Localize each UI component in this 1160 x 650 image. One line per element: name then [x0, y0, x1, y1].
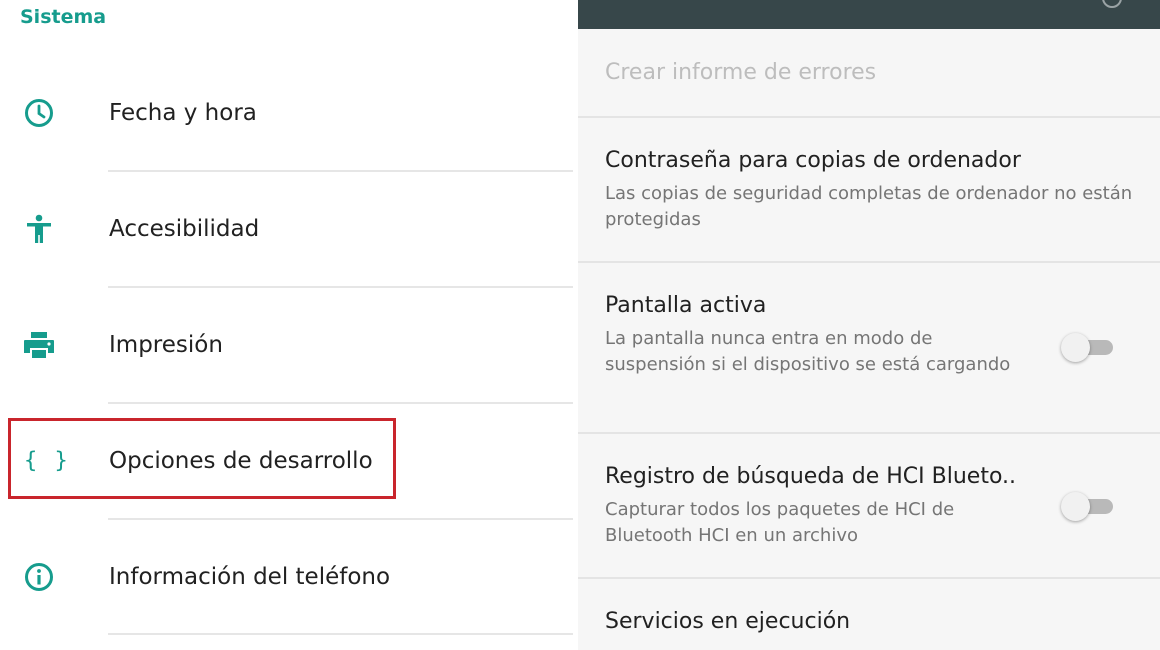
menu-item-label: Fecha y hora	[109, 100, 257, 126]
divider	[108, 633, 573, 635]
info-icon	[22, 560, 56, 594]
app-bar	[578, 0, 1160, 29]
menu-item-accessibility[interactable]: Accesibilidad	[0, 171, 578, 287]
stay-awake-switch[interactable]	[1061, 333, 1117, 362]
printer-icon	[22, 328, 56, 362]
pref-title: Servicios en ejecución	[605, 609, 851, 634]
pref-running-services[interactable]: Servicios en ejecución	[578, 579, 1160, 650]
pref-title: Pantalla activa	[605, 293, 767, 318]
menu-item-about-phone[interactable]: Información del teléfono	[0, 519, 578, 635]
pref-stay-awake[interactable]: Pantalla activa La pantalla nunca entra …	[578, 263, 1160, 432]
pref-title: Registro de búsqueda de HCI Blueto..	[605, 464, 1017, 489]
developer-options-panel: Crear informe de errores Contraseña para…	[578, 0, 1160, 650]
pref-desktop-backup-password[interactable]: Contraseña para copias de ordenador Las …	[578, 118, 1160, 261]
settings-system-panel: Sistema Fecha y hora Accesibilidad Impre…	[0, 0, 578, 650]
clock-icon	[22, 96, 56, 130]
overflow-icon[interactable]	[1102, 0, 1122, 8]
pref-summary: Las copias de seguridad completas de ord…	[605, 183, 1133, 230]
menu-item-label: Información del teléfono	[109, 564, 391, 590]
pref-bluetooth-hci-log[interactable]: Registro de búsqueda de HCI Blueto.. Cap…	[578, 434, 1160, 577]
switch-thumb	[1061, 492, 1090, 521]
menu-item-label: Impresión	[109, 332, 223, 358]
section-title: Sistema	[20, 6, 107, 28]
menu-item-label: Accesibilidad	[109, 216, 260, 242]
pref-title: Contraseña para copias de ordenador	[605, 148, 1021, 173]
menu-item-date-time[interactable]: Fecha y hora	[0, 55, 578, 171]
switch-thumb	[1061, 333, 1090, 362]
pref-title: Crear informe de errores	[605, 60, 877, 85]
menu-item-printing[interactable]: Impresión	[0, 287, 578, 403]
accessibility-icon	[22, 212, 56, 246]
pref-bug-report[interactable]: Crear informe de errores	[578, 30, 1160, 116]
pref-summary: Capturar todos los paquetes de HCI de Bl…	[605, 499, 955, 546]
hci-log-switch[interactable]	[1061, 492, 1117, 521]
highlight-box	[8, 418, 396, 499]
pref-summary: La pantalla nunca entra en modo de suspe…	[605, 328, 1011, 375]
